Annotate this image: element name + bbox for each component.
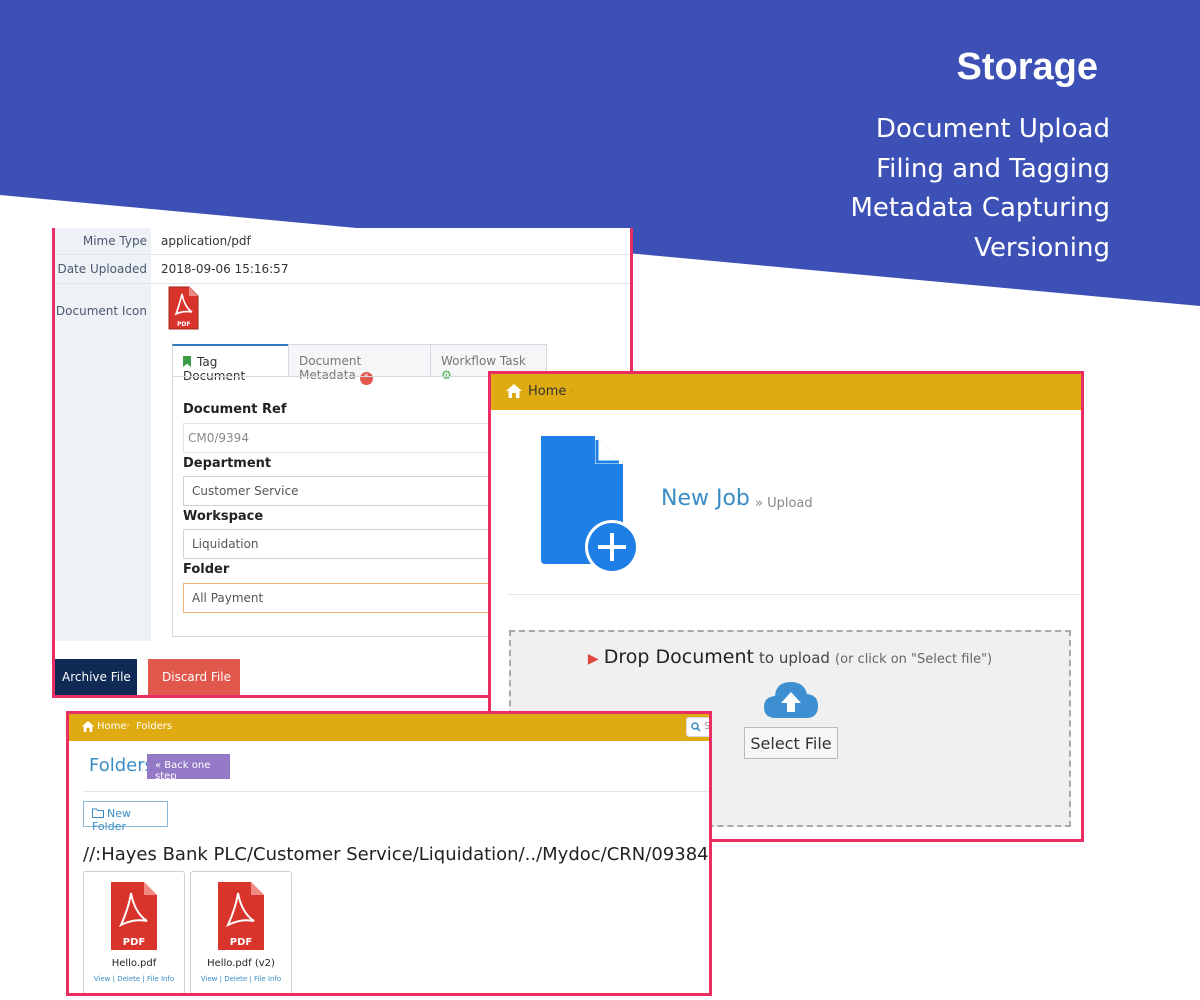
tab-label: Tag Document — [183, 355, 246, 383]
drop-hint: (or click on "Select file") — [835, 652, 993, 667]
breadcrumb-folders[interactable]: Folders — [136, 721, 172, 732]
home-icon[interactable] — [81, 720, 95, 733]
upload-subtitle: » Upload — [755, 496, 813, 511]
new-job-title: New Job — [661, 486, 750, 511]
file-card[interactable]: PDF Hello.pdf (v2) View | Delete | File … — [190, 871, 292, 993]
breadcrumb-home[interactable]: Home — [528, 384, 566, 399]
document-icon-row: Document Icon — [55, 284, 630, 340]
home-icon[interactable] — [505, 383, 523, 399]
divider — [83, 791, 709, 792]
folders-title: Folders — [89, 755, 155, 776]
document-ref-label: Document Ref — [183, 402, 287, 417]
document-icon-label: Document Icon — [55, 304, 147, 318]
file-card[interactable]: PDF Hello.pdf View | Delete | File Info — [83, 871, 185, 993]
mime-type-label: Mime Type — [82, 234, 147, 248]
file-name: Hello.pdf (v2) — [207, 958, 275, 969]
tab-tag-document[interactable]: Tag Document — [172, 344, 289, 383]
breadcrumb-separator: › — [126, 720, 130, 731]
breadcrumb-home[interactable]: Home — [97, 721, 127, 732]
folder-path: //:Hayes Bank PLC/Customer Service/Liqui… — [83, 844, 712, 865]
pdf-icon-text: PDF — [177, 321, 190, 328]
date-uploaded-label: Date Uploaded — [57, 262, 147, 276]
pdf-file-icon: PDF — [111, 882, 157, 950]
file-name: Hello.pdf — [111, 958, 157, 969]
tab-document-metadata[interactable]: Document Metadata * — [288, 344, 431, 385]
divider — [507, 594, 1079, 595]
drop-text: to upload — [759, 649, 830, 667]
file-actions[interactable]: View | Delete | File Info — [191, 975, 291, 983]
archive-file-button[interactable]: Archive File — [55, 659, 137, 695]
search-icon — [691, 722, 701, 732]
folders-panel: Home › Folders S Folders « Back one step… — [66, 711, 712, 996]
search-placeholder: S — [704, 721, 711, 732]
back-one-step-button[interactable]: « Back one step — [147, 754, 230, 782]
date-uploaded-value: 2018-09-06 15:16:57 — [161, 262, 289, 276]
breadcrumb-bar: Home › — [491, 374, 1081, 410]
search-input[interactable]: S — [686, 717, 711, 737]
mime-type-value: application/pdf — [161, 234, 251, 248]
discard-file-button[interactable]: Discard File — [148, 659, 240, 695]
hero-title: Storage — [956, 46, 1098, 88]
caret-right-icon: ▶ — [587, 651, 599, 667]
gear-icon: ⚙ — [441, 368, 452, 382]
hero-feature: Filing and Tagging — [876, 153, 1110, 184]
mime-type-row: Mime Type application/pdf — [55, 228, 630, 255]
hero-feature: Document Upload — [875, 114, 1110, 144]
tab-label: Workflow Task — [441, 354, 526, 368]
workspace-label: Workspace — [183, 509, 264, 524]
bookmark-icon — [183, 356, 191, 367]
pdf-file-icon: PDF — [218, 882, 264, 950]
breadcrumb-bar: Home › Folders S — [69, 714, 709, 741]
required-badge-icon: * — [359, 372, 373, 385]
pdf-icon-text: PDF — [230, 937, 252, 948]
cloud-upload-icon — [764, 682, 818, 718]
breadcrumb-separator: › — [569, 383, 575, 398]
select-file-button[interactable]: Select File — [744, 727, 838, 759]
file-actions[interactable]: View | Delete | File Info — [84, 975, 184, 983]
folder-label: Folder — [183, 562, 230, 577]
new-document-icon — [541, 436, 639, 574]
date-uploaded-row: Date Uploaded 2018-09-06 15:16:57 — [55, 255, 630, 284]
hero-feature: Metadata Capturing — [850, 193, 1110, 223]
pdf-file-icon: PDF — [168, 286, 199, 330]
folder-icon — [92, 808, 104, 818]
pdf-icon-text: PDF — [123, 937, 145, 948]
drop-instructions: ▶ Drop Document to upload (or click on "… — [511, 646, 1069, 668]
hero-feature: Versioning — [974, 232, 1110, 263]
new-folder-button[interactable]: New Folder — [83, 801, 168, 833]
tab-label: Document Metadata — [299, 354, 362, 382]
department-label: Department — [183, 456, 272, 471]
drop-title: Drop Document — [603, 646, 754, 668]
hero-feature-list: Document Upload Filing and Tagging Metad… — [850, 110, 1110, 268]
